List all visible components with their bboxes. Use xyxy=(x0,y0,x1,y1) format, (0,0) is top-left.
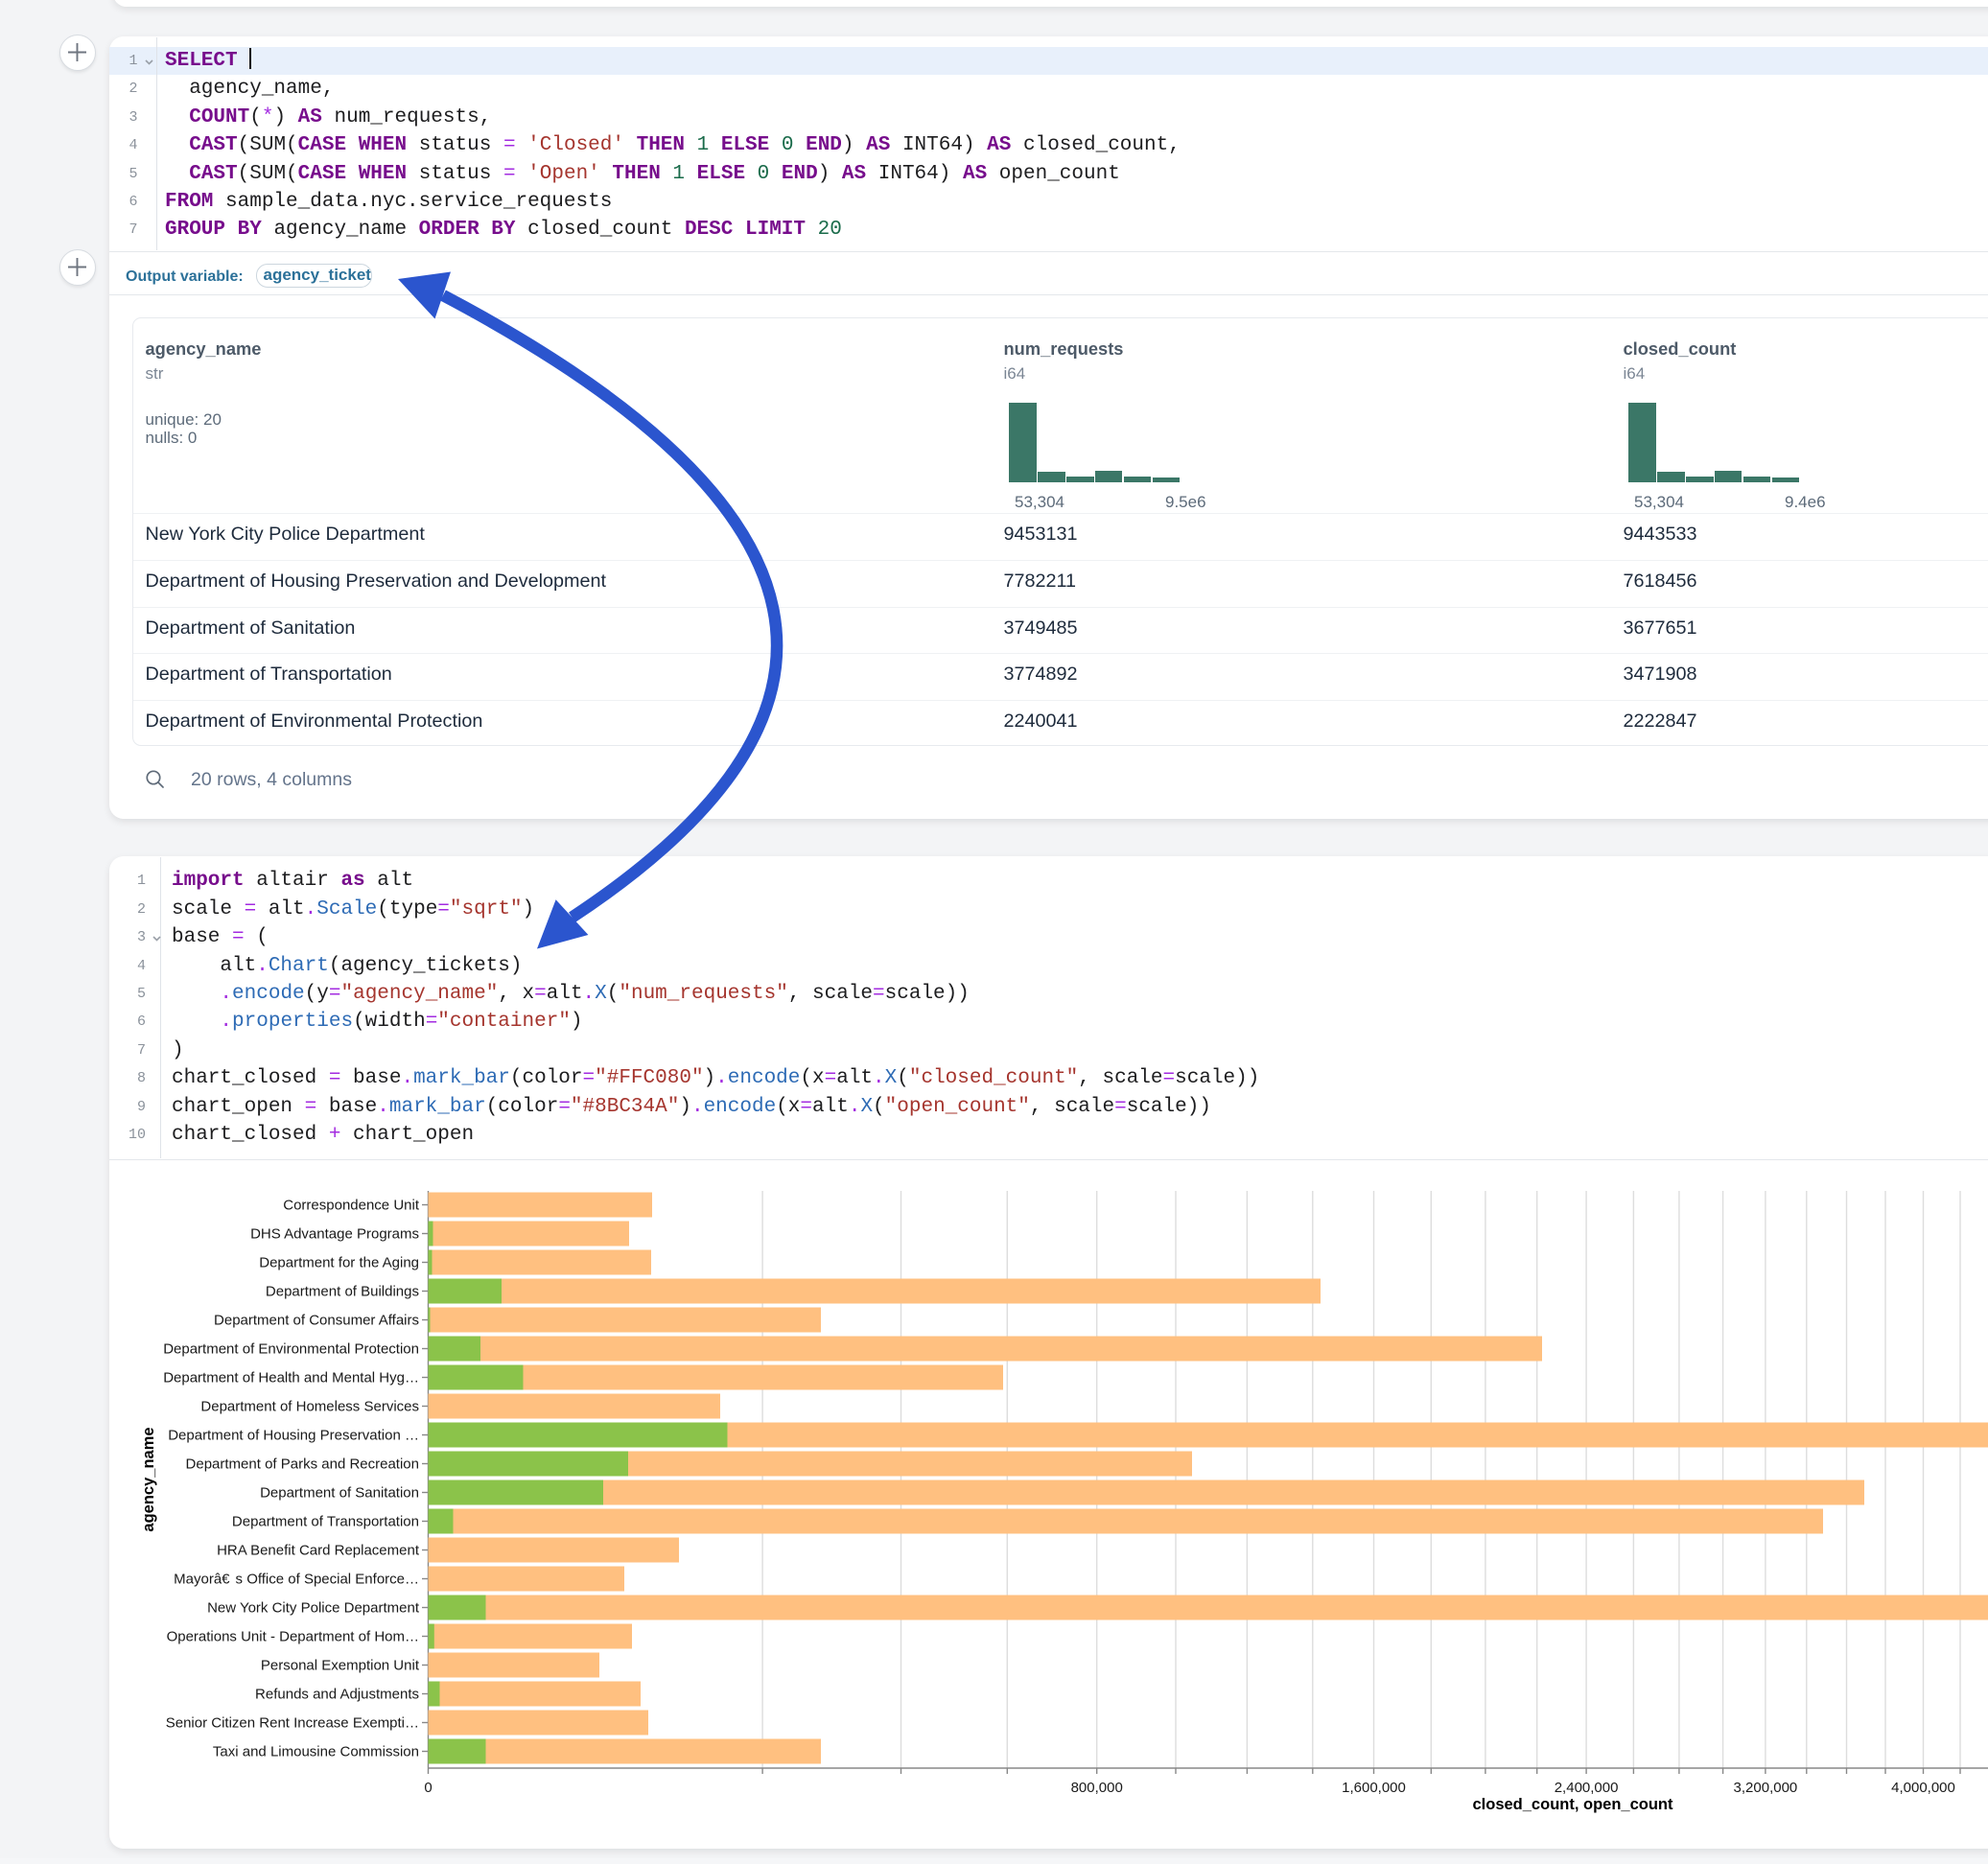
svg-text:Department for the Aging: Department for the Aging xyxy=(259,1255,419,1271)
svg-text:DHS Advantage Programs: DHS Advantage Programs xyxy=(250,1226,419,1243)
svg-text:Department of Homeless Service: Department of Homeless Services xyxy=(200,1399,419,1415)
svg-text:3,200,000: 3,200,000 xyxy=(1734,1780,1798,1796)
svg-text:Taxi and Limousine Commission: Taxi and Limousine Commission xyxy=(213,1744,419,1760)
svg-text:Department of Environmental Pr: Department of Environmental Protection xyxy=(163,1341,419,1358)
svg-text:Correspondence Unit: Correspondence Unit xyxy=(283,1198,420,1214)
svg-text:Department of Transportation: Department of Transportation xyxy=(232,1514,419,1530)
svg-text:closed_count, open_count: closed_count, open_count xyxy=(1472,1796,1673,1813)
svg-text:Department of Buildings: Department of Buildings xyxy=(266,1284,419,1300)
svg-text:Department of Sanitation: Department of Sanitation xyxy=(260,1485,419,1502)
svg-text:4,000,000: 4,000,000 xyxy=(1891,1780,1955,1796)
svg-text:Department of Parks and Recrea: Department of Parks and Recreation xyxy=(186,1456,419,1473)
svg-text:agency_name: agency_name xyxy=(140,1427,157,1531)
svg-text:Mayorâ€ s Office of Special E: Mayorâ€ s Office of Special Enforce… xyxy=(174,1572,419,1588)
svg-text:1,600,000: 1,600,000 xyxy=(1342,1780,1406,1796)
svg-text:HRA Benefit Card Replacement: HRA Benefit Card Replacement xyxy=(217,1543,420,1559)
svg-text:New York City Police Departmen: New York City Police Department xyxy=(207,1600,420,1617)
svg-text:Personal Exemption Unit: Personal Exemption Unit xyxy=(261,1658,420,1674)
svg-text:2,400,000: 2,400,000 xyxy=(1555,1780,1619,1796)
svg-text:Department of Housing Preserva: Department of Housing Preservation … xyxy=(168,1428,419,1444)
svg-text:Refunds and Adjustments: Refunds and Adjustments xyxy=(255,1687,419,1703)
svg-text:800,000: 800,000 xyxy=(1071,1780,1123,1796)
svg-text:Department of Health and Menta: Department of Health and Mental Hyg… xyxy=(163,1370,419,1386)
svg-text:Operations Unit - Department o: Operations Unit - Department of Hom… xyxy=(167,1629,419,1645)
svg-text:Senior Citizen Rent Increase E: Senior Citizen Rent Increase Exempti… xyxy=(166,1715,419,1732)
svg-text:Department of Consumer Affairs: Department of Consumer Affairs xyxy=(214,1313,419,1329)
svg-text:0: 0 xyxy=(424,1780,432,1796)
